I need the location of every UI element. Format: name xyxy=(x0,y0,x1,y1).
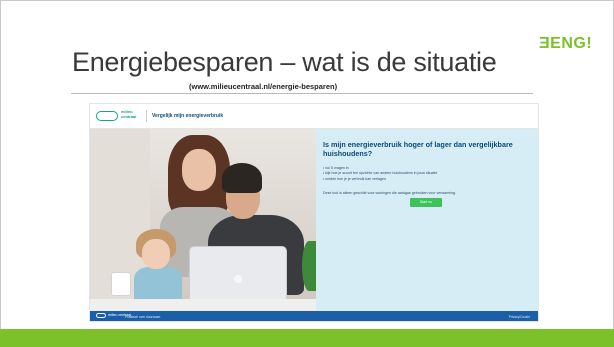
panel-heading: Is mijn energieverbruik hoger of lager d… xyxy=(323,140,513,158)
website-footer: milieu centraal Praktisch over duurzaam … xyxy=(90,311,538,321)
milieu-centraal-brand[interactable]: milieu centraal xyxy=(121,109,136,119)
panel-bullet-list: • vul 5 vragen in • kijk hoe je scoort t… xyxy=(323,166,523,182)
title-divider xyxy=(71,93,533,94)
website-header: milieu centraal Vergelijk mijn energieve… xyxy=(90,104,538,129)
slide-footer-bar xyxy=(0,329,614,347)
slide-subtitle-url[interactable]: (www.milieucentraal.nl/energie-besparen) xyxy=(189,82,337,91)
family-laptop-photo xyxy=(90,129,316,311)
compare-usage-link[interactable]: Vergelijk mijn energieverbruik xyxy=(152,113,223,119)
benG-logo: ƎENG! xyxy=(539,35,593,52)
panel-note: Deze tool is alleen geschikt voor woning… xyxy=(323,191,457,195)
header-divider xyxy=(146,110,147,122)
intro-panel: Is mijn energieverbruik hoger of lager d… xyxy=(316,129,538,311)
mug-icon xyxy=(112,273,130,295)
plant-icon xyxy=(302,241,316,291)
milieu-centraal-logo-icon[interactable] xyxy=(96,111,118,121)
slide: ƎENG! Energiebesparen – wat is de situat… xyxy=(0,0,614,347)
embedded-website-screenshot: milieu centraal Vergelijk mijn energieve… xyxy=(89,103,539,322)
list-item: • ontdek hoe je je verbruik kan verlagen xyxy=(323,176,386,181)
start-button[interactable]: Start nu xyxy=(410,198,442,207)
slide-title: Energiebesparen – wat is de situatie xyxy=(72,47,497,77)
footer-privacy-link[interactable]: Privacy/Cookie xyxy=(509,315,530,319)
apple-logo-icon xyxy=(234,275,242,283)
footer-logo-icon[interactable] xyxy=(96,313,106,318)
footer-tagline: Praktisch over duurzaam xyxy=(125,314,161,319)
